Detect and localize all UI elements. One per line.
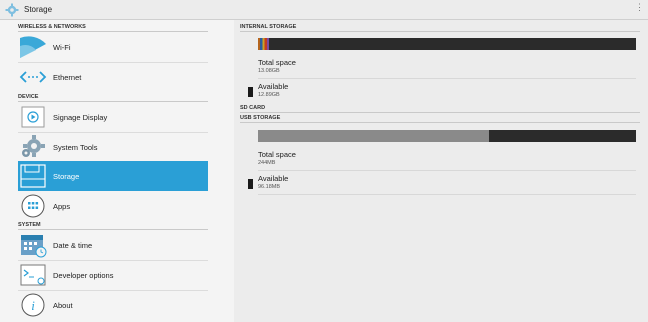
sidebar-item-label: System Tools (53, 142, 98, 152)
sidebar-item-wifi[interactable]: Wi-Fi (18, 33, 208, 61)
available-swatch (248, 179, 253, 189)
calendar-icon (18, 232, 48, 258)
sidebar-item-label: Apps (53, 201, 71, 211)
settings-gear-icon (4, 2, 20, 18)
sidebar-item-label: Signage Display (53, 112, 108, 122)
total-space-label: Total space (258, 150, 296, 159)
sidebar-item-label: Developer options (53, 270, 114, 280)
sd-card-header: SD CARD (240, 104, 640, 113)
available-value: 96.18MB (258, 184, 281, 190)
total-space-value: 244MB (258, 160, 276, 166)
internal-available[interactable]: Available 12.89GB (258, 82, 636, 98)
signage-display-icon (18, 104, 48, 130)
sidebar-item-system-tools[interactable]: System Tools (18, 133, 208, 161)
sidebar-item-ethernet[interactable]: Ethernet (18, 63, 208, 91)
sidebar: WIRELESS & NETWORKS Wi-Fi Ethernet DEVIC… (0, 20, 234, 322)
internal-storage-usage-bar (258, 38, 636, 50)
divider (258, 170, 636, 171)
sidebar-item-developer-options[interactable]: Developer options (18, 261, 208, 289)
title-bar: Storage ⋮ (0, 0, 648, 20)
svg-text:i: i (31, 298, 35, 313)
internal-storage-used-fill (258, 38, 270, 50)
internal-total-space[interactable]: Total space 13.08GB (258, 58, 636, 74)
sidebar-item-date-time[interactable]: Date & time (18, 231, 208, 259)
gear-icon (18, 134, 48, 160)
usb-available[interactable]: Available 96.18MB (258, 174, 636, 190)
section-header-wireless: WIRELESS & NETWORKS (18, 23, 208, 32)
apps-icon (18, 193, 48, 219)
available-label: Available (258, 174, 289, 183)
page-title: Storage (24, 5, 53, 14)
divider (258, 194, 636, 195)
available-label: Available (258, 82, 289, 91)
section-header-system: SYSTEM (18, 221, 208, 230)
storage-icon (18, 163, 48, 189)
section-header-device: DEVICE (18, 93, 208, 102)
info-icon: i (18, 292, 48, 318)
sidebar-item-label: Date & time (53, 240, 93, 250)
available-swatch (248, 87, 253, 97)
sidebar-item-label: Wi-Fi (53, 42, 71, 52)
sidebar-item-storage[interactable]: Storage (18, 161, 208, 191)
terminal-icon (18, 262, 48, 288)
ethernet-icon (18, 64, 48, 90)
divider (258, 78, 636, 79)
sidebar-item-label: Storage (53, 171, 80, 181)
sidebar-item-about[interactable]: i About (18, 291, 208, 319)
more-vert-icon[interactable]: ⋮ (635, 2, 644, 13)
internal-storage-header: INTERNAL STORAGE (240, 23, 640, 32)
sidebar-item-apps[interactable]: Apps (18, 192, 208, 220)
usb-storage-header: USB STORAGE (240, 114, 640, 123)
total-space-label: Total space (258, 58, 296, 67)
wifi-icon (18, 34, 48, 60)
sidebar-item-label: Ethernet (53, 72, 82, 82)
usb-total-space[interactable]: Total space 244MB (258, 150, 636, 166)
sidebar-item-signage-display[interactable]: Signage Display (18, 103, 208, 131)
sidebar-item-label: About (53, 300, 73, 310)
usb-storage-usage-bar (258, 130, 636, 142)
storage-panel: INTERNAL STORAGE Total space 13.08GB Ava… (234, 20, 648, 322)
usb-storage-used-fill (258, 130, 489, 142)
total-space-value: 13.08GB (258, 68, 280, 74)
available-value: 12.89GB (258, 92, 280, 98)
